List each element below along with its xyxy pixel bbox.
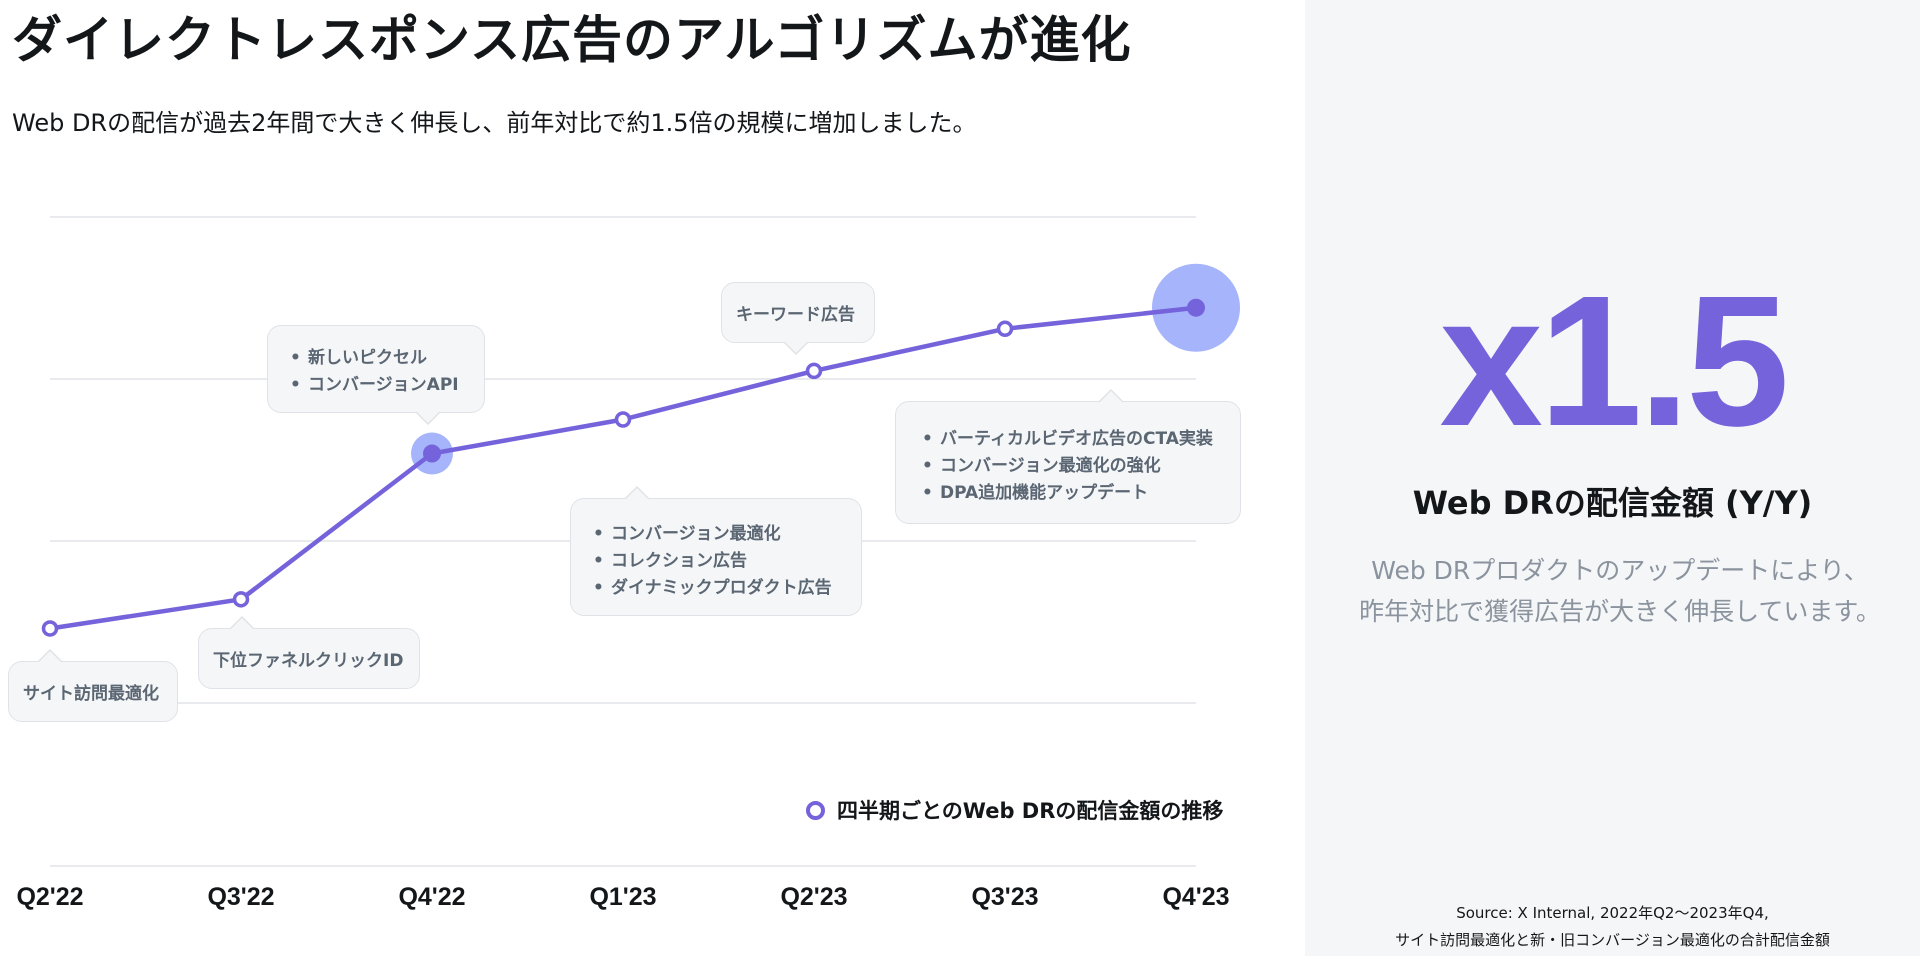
kpi-label: Web DRの配信金額 (Y/Y) xyxy=(1412,484,1813,522)
data-point xyxy=(1187,298,1205,317)
annotation-q2-23: キーワード広告 xyxy=(721,282,875,355)
data-point xyxy=(996,320,1014,338)
annotation-item: キーワード広告 xyxy=(736,305,855,325)
kpi-description-line: 昨年対比で獲得広告が大きく伸長しています。 xyxy=(1359,597,1881,626)
annotation-item: バーティカルビデオ広告のCTA実装 xyxy=(922,426,1226,453)
annotation-item: 新しいピクセル xyxy=(290,345,470,372)
x-tick-label: Q1'23 xyxy=(589,883,656,911)
legend-marker-icon xyxy=(806,800,825,820)
source-line: サイト訪問最適化と新・旧コンバージョン最適化の合計配信金額 xyxy=(1395,931,1830,949)
data-point xyxy=(41,620,59,637)
kpi-description: Web DRプロダクトのアップデートにより、 昨年対比で獲得広告が大きく伸長して… xyxy=(1305,550,1920,632)
annotation-item: コレクション広告 xyxy=(593,548,847,575)
source-line: Source: X Internal, 2022年Q2～2023年Q4, xyxy=(1456,904,1769,922)
annotation-item: コンバージョン最適化 xyxy=(593,521,847,548)
x-tick-label: Q2'23 xyxy=(780,883,847,911)
x-tick-label: Q4'23 xyxy=(1162,883,1229,911)
x-axis-ticks: Q2'22 Q3'22 Q4'22 Q1'23 Q2'23 Q3'23 Q4'23 xyxy=(16,883,1229,911)
data-point xyxy=(423,444,441,463)
annotation-q4-23: バーティカルビデオ広告のCTA実装 コンバージョン最適化の強化 DPA追加機能ア… xyxy=(895,389,1241,524)
data-point xyxy=(805,362,823,380)
annotation-item: コンバージョン最適化の強化 xyxy=(922,453,1226,480)
kpi-value: x1.5 xyxy=(1439,258,1789,465)
annotation-item: サイト訪問最適化 xyxy=(23,684,159,704)
x-tick-label: Q4'22 xyxy=(398,883,465,911)
legend-label: 四半期ごとのWeb DRの配信金額の推移 xyxy=(837,799,1224,823)
x-tick-label: Q2'22 xyxy=(16,883,83,911)
annotation-item: 下位ファネルクリックID xyxy=(213,651,404,671)
annotation-item: ダイナミックプロダクト広告 xyxy=(593,575,847,602)
chart-panel: ダイレクトレスポンス広告のアルゴリズムが進化 Web DRの配信が過去2年間で大… xyxy=(0,0,1305,956)
source-note: Source: X Internal, 2022年Q2～2023年Q4, サイト… xyxy=(1305,900,1920,954)
annotation-q2-22: サイト訪問最適化 xyxy=(8,649,178,722)
data-point xyxy=(232,591,250,608)
annotation-q3-22: 下位ファネルクリックID xyxy=(198,616,420,689)
kpi-panel: x1.5 Web DRの配信金額 (Y/Y) Web DRプロダクトのアップデー… xyxy=(1305,0,1920,956)
annotation-q4-22: 新しいピクセル コンバージョンAPI xyxy=(267,325,485,425)
kpi-description-line: Web DRプロダクトのアップデートにより、 xyxy=(1371,556,1869,585)
chart-legend: 四半期ごとのWeb DRの配信金額の推移 xyxy=(806,795,1223,825)
annotation-q1-23: コンバージョン最適化 コレクション広告 ダイナミックプロダクト広告 xyxy=(570,486,862,616)
annotation-item: DPA追加機能アップデート xyxy=(922,480,1226,507)
x-tick-label: Q3'23 xyxy=(971,883,1038,911)
x-tick-label: Q3'22 xyxy=(207,883,274,911)
annotation-item: コンバージョンAPI xyxy=(290,372,470,399)
data-point xyxy=(614,411,632,428)
